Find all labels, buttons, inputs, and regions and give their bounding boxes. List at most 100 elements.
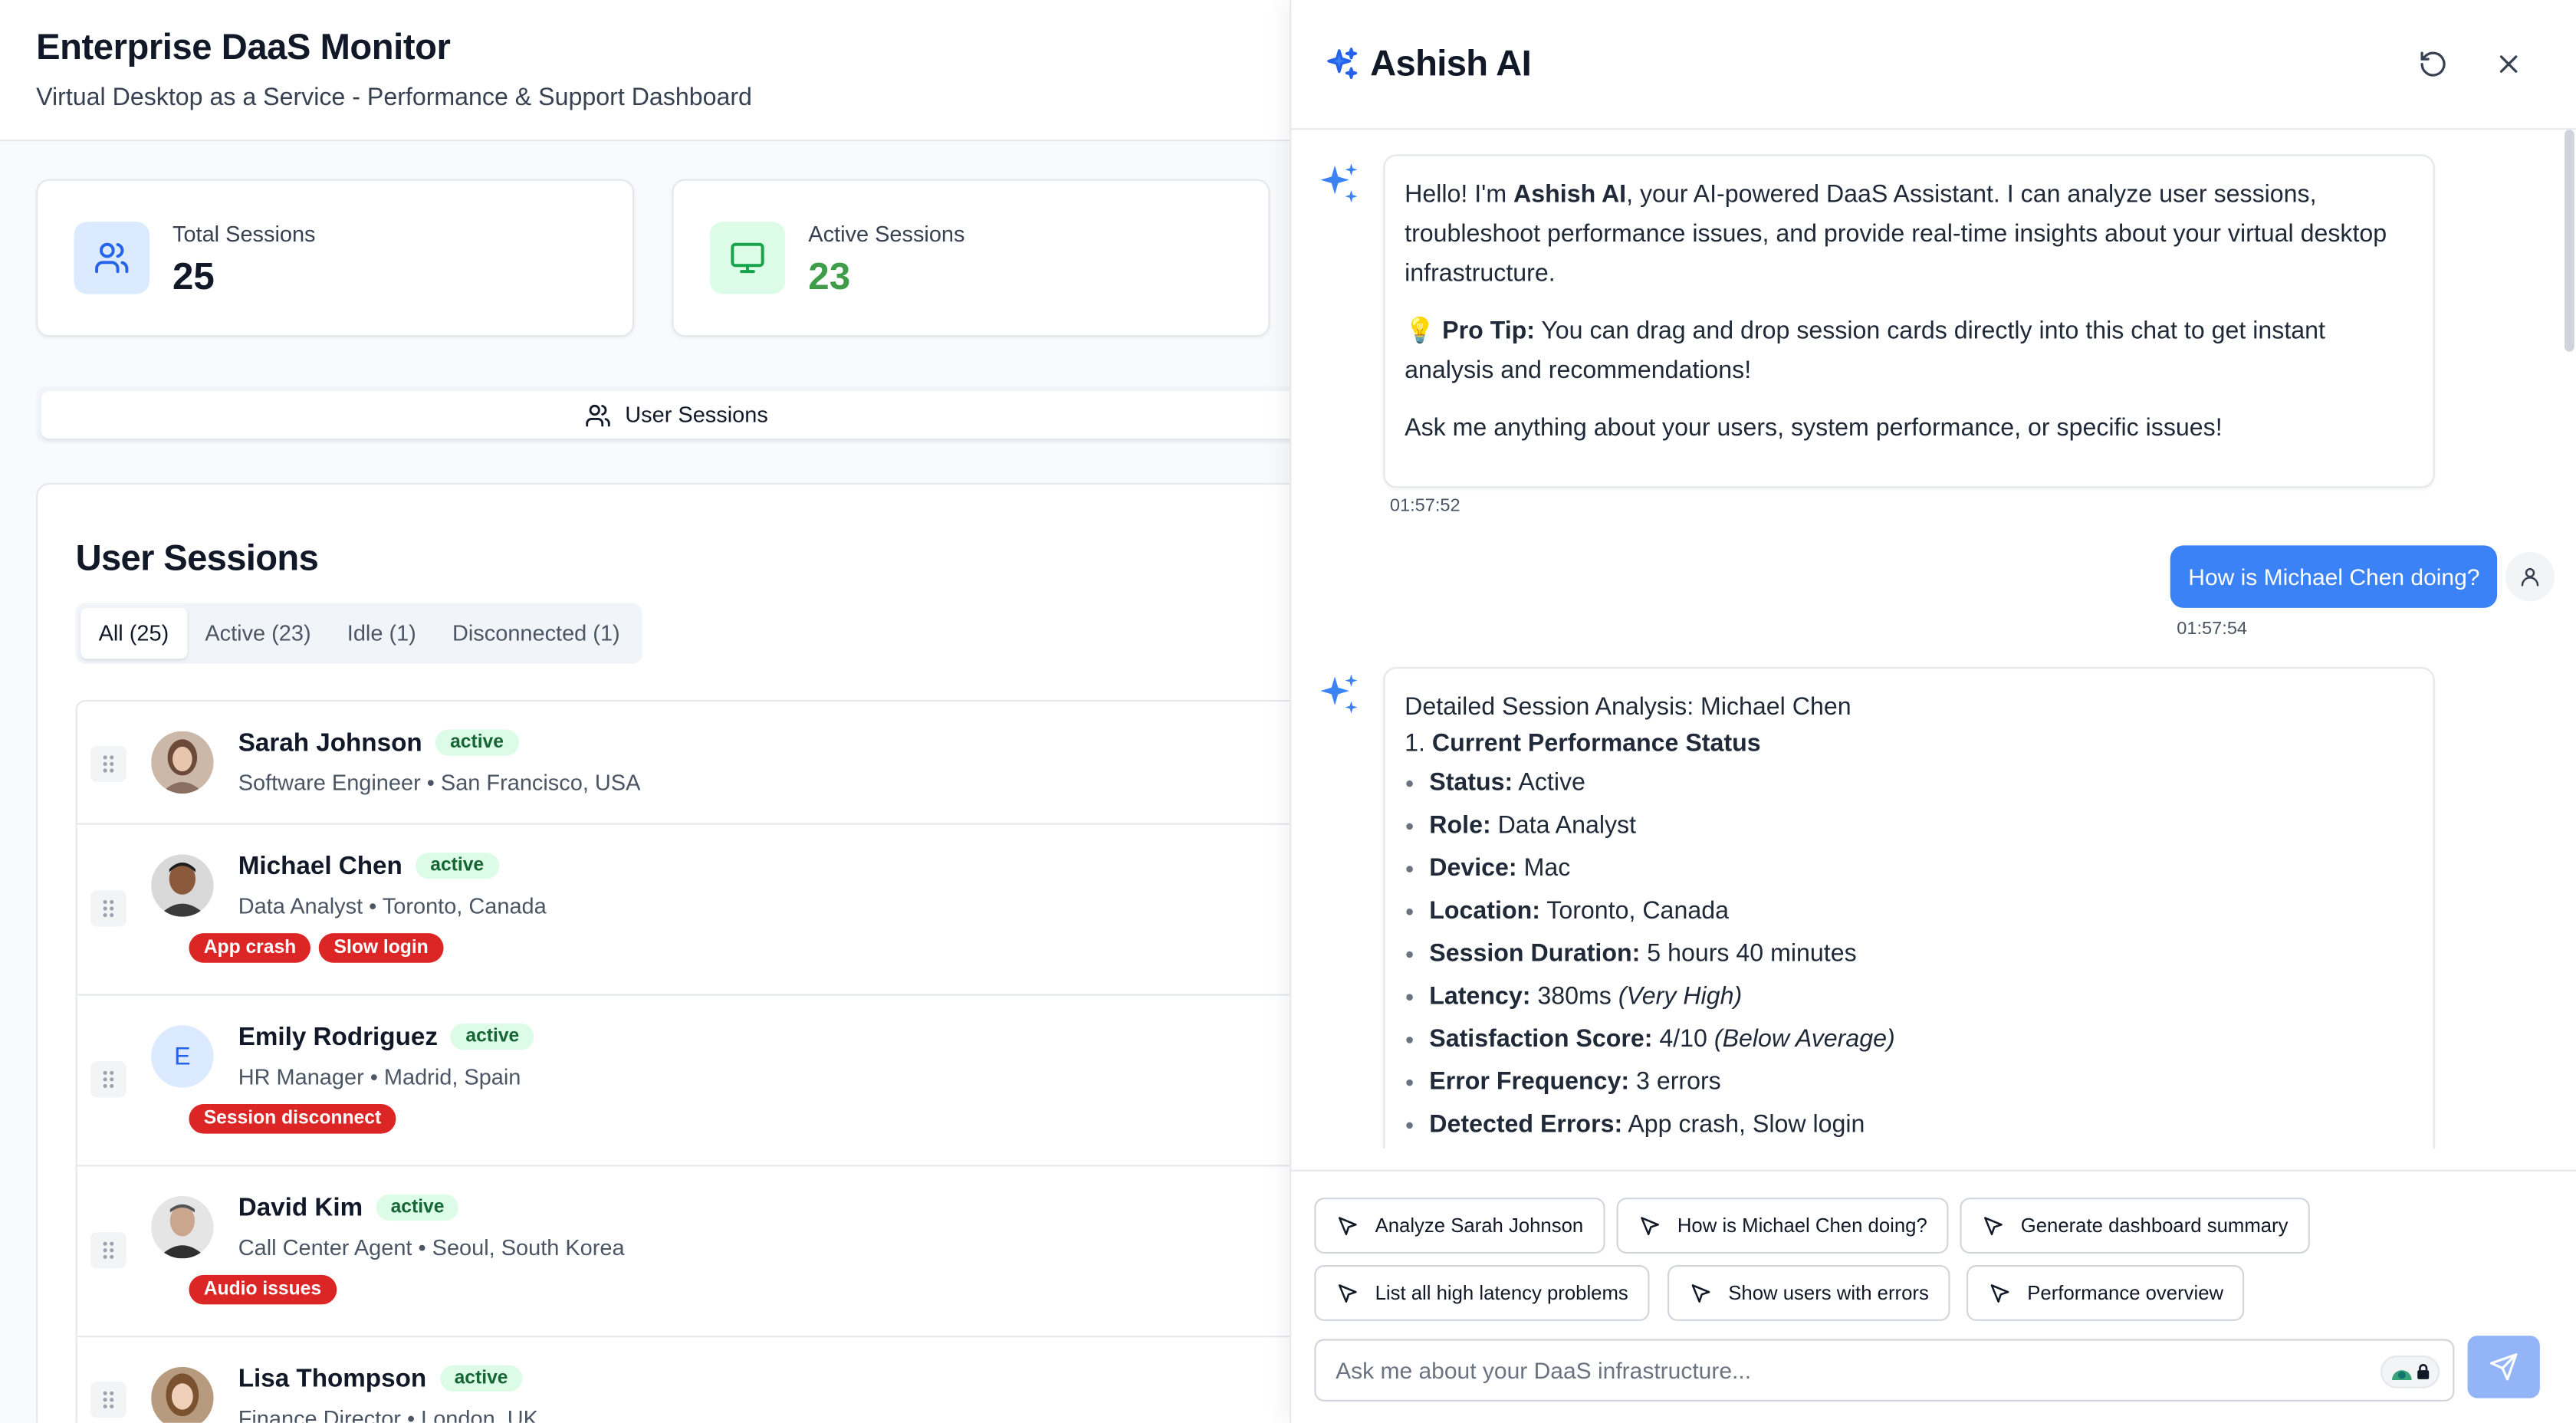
analysis-heading: Detailed Session Analysis: Michael Chen	[1405, 693, 1852, 721]
message-timestamp: 01:57:52	[1389, 496, 1460, 516]
user-sessions-panel: User Sessions All (25) Active (23) Idle …	[36, 483, 1290, 1423]
section-title: User Sessions	[75, 537, 319, 579]
issue-tags: Audio issues	[189, 1274, 337, 1305]
avatar: E	[151, 1025, 214, 1088]
send-icon	[2490, 1353, 2518, 1381]
total-sessions-card: Total Sessions 25	[36, 179, 635, 337]
avatar	[151, 1366, 214, 1423]
avatar	[151, 854, 214, 917]
welcome-text: Hello! I'm Ashish AI, your AI-powered Da…	[1405, 180, 2387, 288]
ai-message: Hello! I'm Ashish AI, your AI-powered Da…	[1383, 154, 2435, 488]
status-filter-tabs: All (25) Active (23) Idle (1) Disconnect…	[75, 603, 643, 664]
filter-disconnected[interactable]: Disconnected (1)	[434, 608, 638, 659]
user-name: Sarah Johnson active	[238, 729, 519, 759]
cursor-icon	[1691, 1284, 1710, 1303]
message-list[interactable]: Hello! I'm Ashish AI, your AI-powered Da…	[1291, 130, 2576, 1149]
ask-text: Ask me anything about your users, system…	[1405, 414, 2223, 442]
drag-handle-icon[interactable]	[90, 890, 127, 927]
analysis-item: Location: Toronto, Canada	[1405, 890, 2413, 933]
analysis-item: Satisfaction Score: 4/10 (Below Average)	[1405, 1019, 2413, 1062]
users-icon	[586, 402, 612, 428]
quick-action-performance-overview[interactable]: Performance overview	[1967, 1265, 2245, 1321]
scrollbar-thumb[interactable]	[2564, 130, 2574, 352]
tab-bar: User Sessions	[36, 386, 1290, 444]
page-subtitle: Virtual Desktop as a Service - Performan…	[36, 84, 752, 112]
close-icon[interactable]	[2494, 49, 2524, 87]
session-card[interactable]: Sarah Johnson active Software Engineer • …	[77, 702, 1290, 825]
issue-tag: Audio issues	[189, 1274, 337, 1305]
ai-avatar-sparkles-icon	[1314, 670, 1363, 728]
avatar	[151, 1196, 214, 1259]
password-manager-icon[interactable]	[2380, 1355, 2440, 1388]
cursor-icon	[1338, 1284, 1357, 1303]
drag-handle-icon[interactable]	[90, 1232, 127, 1269]
issue-tag: Slow login	[319, 933, 444, 963]
lightbulb-icon: 💡	[1405, 317, 1436, 345]
active-sessions-card: Active Sessions 23	[672, 179, 1270, 337]
cursor-icon	[1641, 1217, 1659, 1236]
chat-input-wrapper	[1314, 1339, 2455, 1402]
filter-idle[interactable]: Idle (1)	[329, 608, 434, 659]
session-card[interactable]: David Kim active Call Center Agent • Seou…	[77, 1166, 1290, 1338]
issue-tags: Session disconnect	[189, 1104, 396, 1134]
stat-value: 23	[808, 255, 851, 297]
ai-avatar-sparkles-icon	[1314, 159, 1363, 217]
quick-actions-area: Analyze Sarah Johnson How is Michael Che…	[1291, 1169, 2576, 1423]
stat-label: Active Sessions	[808, 222, 965, 247]
filter-all[interactable]: All (25)	[80, 607, 187, 659]
refresh-icon[interactable]	[2418, 49, 2448, 87]
analysis-item: Role: Data Analyst	[1405, 805, 2413, 848]
drag-handle-icon[interactable]	[90, 1061, 127, 1098]
chat-input[interactable]	[1316, 1340, 2453, 1400]
user-name: David Kim active	[238, 1194, 459, 1224]
quick-action-michael-chen[interactable]: How is Michael Chen doing?	[1616, 1198, 1949, 1254]
session-card[interactable]: E Emily Rodriguez active HR Manager • Mad…	[77, 996, 1290, 1167]
status-badge: active	[376, 1194, 459, 1221]
message-timestamp: 01:57:54	[2177, 619, 2248, 639]
analysis-item: Detected Errors: App crash, Slow login	[1405, 1104, 2413, 1147]
analysis-item: Status: Active	[1405, 762, 2413, 805]
user-meta: Finance Director • London, UK	[238, 1406, 538, 1423]
session-card[interactable]: Michael Chen active Data Analyst • Toront…	[77, 825, 1290, 996]
cursor-icon	[1984, 1217, 2003, 1236]
stat-label: Total Sessions	[172, 222, 316, 247]
sparkles-icon	[1324, 46, 1360, 90]
analysis-item: Device: Mac	[1405, 848, 2413, 891]
quick-action-analyze-sarah[interactable]: Analyze Sarah Johnson	[1314, 1198, 1605, 1254]
send-button[interactable]	[2467, 1336, 2540, 1398]
user-meta: HR Manager • Madrid, Spain	[238, 1064, 521, 1089]
pro-tip: 💡 Pro Tip: You can drag and drop session…	[1405, 317, 2325, 385]
user-icon	[2505, 552, 2555, 602]
chat-header: Ashish AI	[1291, 0, 2576, 130]
quick-action-dashboard-summary[interactable]: Generate dashboard summary	[1960, 1198, 2310, 1254]
quick-action-high-latency[interactable]: List all high latency problems	[1314, 1265, 1650, 1321]
ai-chat-panel: Ashish AI Hello! I'm Ashish AI, your AI-…	[1290, 0, 2576, 1423]
app-root: Enterprise DaaS Monitor Virtual Desktop …	[0, 0, 2576, 1423]
status-badge: active	[415, 853, 499, 879]
cursor-icon	[1990, 1284, 2009, 1303]
status-badge: active	[451, 1024, 534, 1050]
avatar	[151, 731, 214, 794]
session-card[interactable]: Lisa Thompson active Finance Director • L…	[77, 1337, 1290, 1423]
drag-handle-icon[interactable]	[90, 745, 127, 782]
user-meta: Software Engineer • San Francisco, USA	[238, 770, 641, 796]
analysis-list: Status: Active Role: Data Analyst Device…	[1405, 762, 2413, 1146]
dashboard: Enterprise DaaS Monitor Virtual Desktop …	[0, 0, 1290, 1423]
user-name: Michael Chen active	[238, 853, 499, 882]
status-badge: active	[439, 1365, 523, 1392]
page-title: Enterprise DaaS Monitor	[36, 26, 451, 67]
filter-active[interactable]: Active (23)	[187, 608, 329, 659]
user-name: Lisa Thompson active	[238, 1365, 523, 1395]
tab-label: User Sessions	[625, 403, 768, 428]
dashboard-header: Enterprise DaaS Monitor Virtual Desktop …	[0, 0, 1290, 142]
stat-value: 25	[172, 255, 215, 297]
users-icon	[74, 222, 150, 294]
drag-handle-icon[interactable]	[90, 1382, 127, 1418]
quick-action-users-errors[interactable]: Show users with errors	[1668, 1265, 1950, 1321]
analysis-item: Error Frequency: 3 errors	[1405, 1061, 2413, 1104]
user-meta: Data Analyst • Toronto, Canada	[238, 893, 547, 919]
analysis-item: Latency: 380ms (Very High)	[1405, 976, 2413, 1019]
chat-title: Ashish AI	[1370, 42, 1532, 84]
tab-user-sessions[interactable]: User Sessions	[41, 390, 1290, 439]
cursor-icon	[1338, 1217, 1357, 1236]
